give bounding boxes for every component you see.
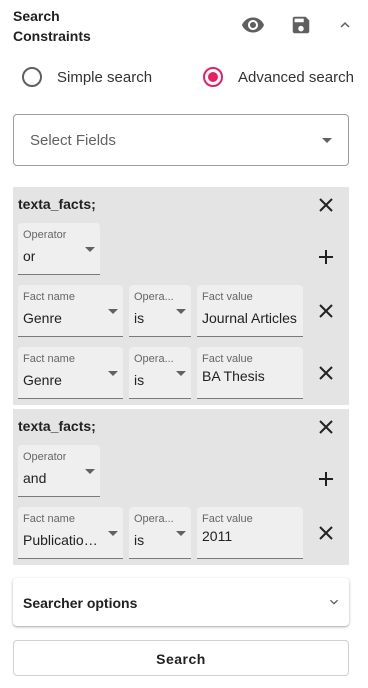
fact-value-input[interactable]: Fact value 2011 [197,507,303,559]
constraint-title: texta_facts; [18,418,96,434]
chevron-up-icon[interactable] [333,13,357,37]
remove-fact-icon[interactable] [314,521,338,545]
operator-value: or [23,248,36,264]
fact-name-select[interactable]: Fact name Genre [18,347,123,399]
fact-name-value: Genre [23,372,62,388]
constraint-title: texta_facts; [18,196,96,212]
fact-value-label: Fact value [202,513,253,525]
fact-name-value: Publication ... [23,532,105,548]
search-constraints-header: Search Constraints [13,6,358,48]
fact-value-text: BA Thesis [202,368,265,384]
constraint-block: texta_facts; Operator or Fact name Genre… [13,187,349,405]
dropdown-arrow-icon [176,309,186,314]
panel-title: Search Constraints [13,6,91,46]
operator-label: Operator [23,229,67,241]
fact-name-label: Fact name [23,513,75,525]
operator-select[interactable]: Operator or [18,223,100,275]
fact-operator-label: Opera... [134,513,174,525]
remove-fact-icon[interactable] [314,299,338,323]
dropdown-arrow-icon [108,309,118,314]
fact-value-text: Journal Articles [202,310,297,326]
advanced-search-radio[interactable]: Advanced search [203,64,354,90]
fact-operator-value: is [134,310,145,326]
fact-operator-value: is [134,372,145,388]
add-icon[interactable] [314,467,338,491]
save-icon[interactable] [289,13,313,37]
fact-name-select[interactable]: Fact name Genre [18,285,123,337]
search-button[interactable]: Search [13,640,349,676]
select-fields-placeholder: Select Fields [30,132,116,149]
fact-value-label: Fact value [202,291,253,303]
panel-title-line1: Search [13,8,60,24]
simple-search-radio[interactable]: Simple search [22,64,152,90]
remove-fact-icon[interactable] [314,361,338,385]
dropdown-arrow-icon [85,469,95,474]
fact-value-label: Fact value [202,353,253,365]
fact-operator-label: Opera... [134,353,174,365]
fact-value-input[interactable]: Fact value Journal Articles [197,285,303,337]
fact-name-label: Fact name [23,353,75,365]
dropdown-arrow-icon [322,138,332,143]
close-icon[interactable] [314,415,338,439]
fact-operator-label: Opera... [134,291,174,303]
radio-unchecked-icon [22,67,42,87]
dropdown-arrow-icon [85,247,95,252]
dropdown-arrow-icon [108,371,118,376]
operator-label: Operator [23,451,67,463]
fact-value-input[interactable]: Fact value BA Thesis [197,347,303,399]
fact-operator-select[interactable]: Opera... is [129,347,191,399]
radio-checked-icon [203,67,223,87]
eye-icon[interactable] [241,13,265,37]
close-icon[interactable] [314,193,338,217]
search-mode-group: Simple search Advanced search [22,64,362,90]
panel-title-line2: Constraints [13,28,91,44]
operator-value: and [23,470,47,486]
advanced-search-label: Advanced search [238,68,354,86]
constraint-block: texta_facts; Operator and Fact name Publ… [13,409,349,565]
dropdown-arrow-icon [176,371,186,376]
chevron-down-icon [330,599,338,605]
select-fields-dropdown[interactable]: Select Fields [13,114,349,166]
searcher-options-expander[interactable]: Searcher options [13,578,349,626]
add-icon[interactable] [314,245,338,269]
fact-name-label: Fact name [23,291,75,303]
fact-operator-select[interactable]: Opera... is [129,507,191,559]
simple-search-label: Simple search [57,68,153,86]
fact-operator-value: is [134,532,145,548]
fact-operator-select[interactable]: Opera... is [129,285,191,337]
searcher-options-label: Searcher options [23,595,138,611]
fact-name-select[interactable]: Fact name Publication ... [18,507,123,559]
operator-select[interactable]: Operator and [18,445,100,497]
fact-name-value: Genre [23,310,62,326]
search-button-label: Search [156,651,206,667]
dropdown-arrow-icon [176,531,186,536]
fact-value-text: 2011 [202,528,233,544]
dropdown-arrow-icon [108,531,118,536]
